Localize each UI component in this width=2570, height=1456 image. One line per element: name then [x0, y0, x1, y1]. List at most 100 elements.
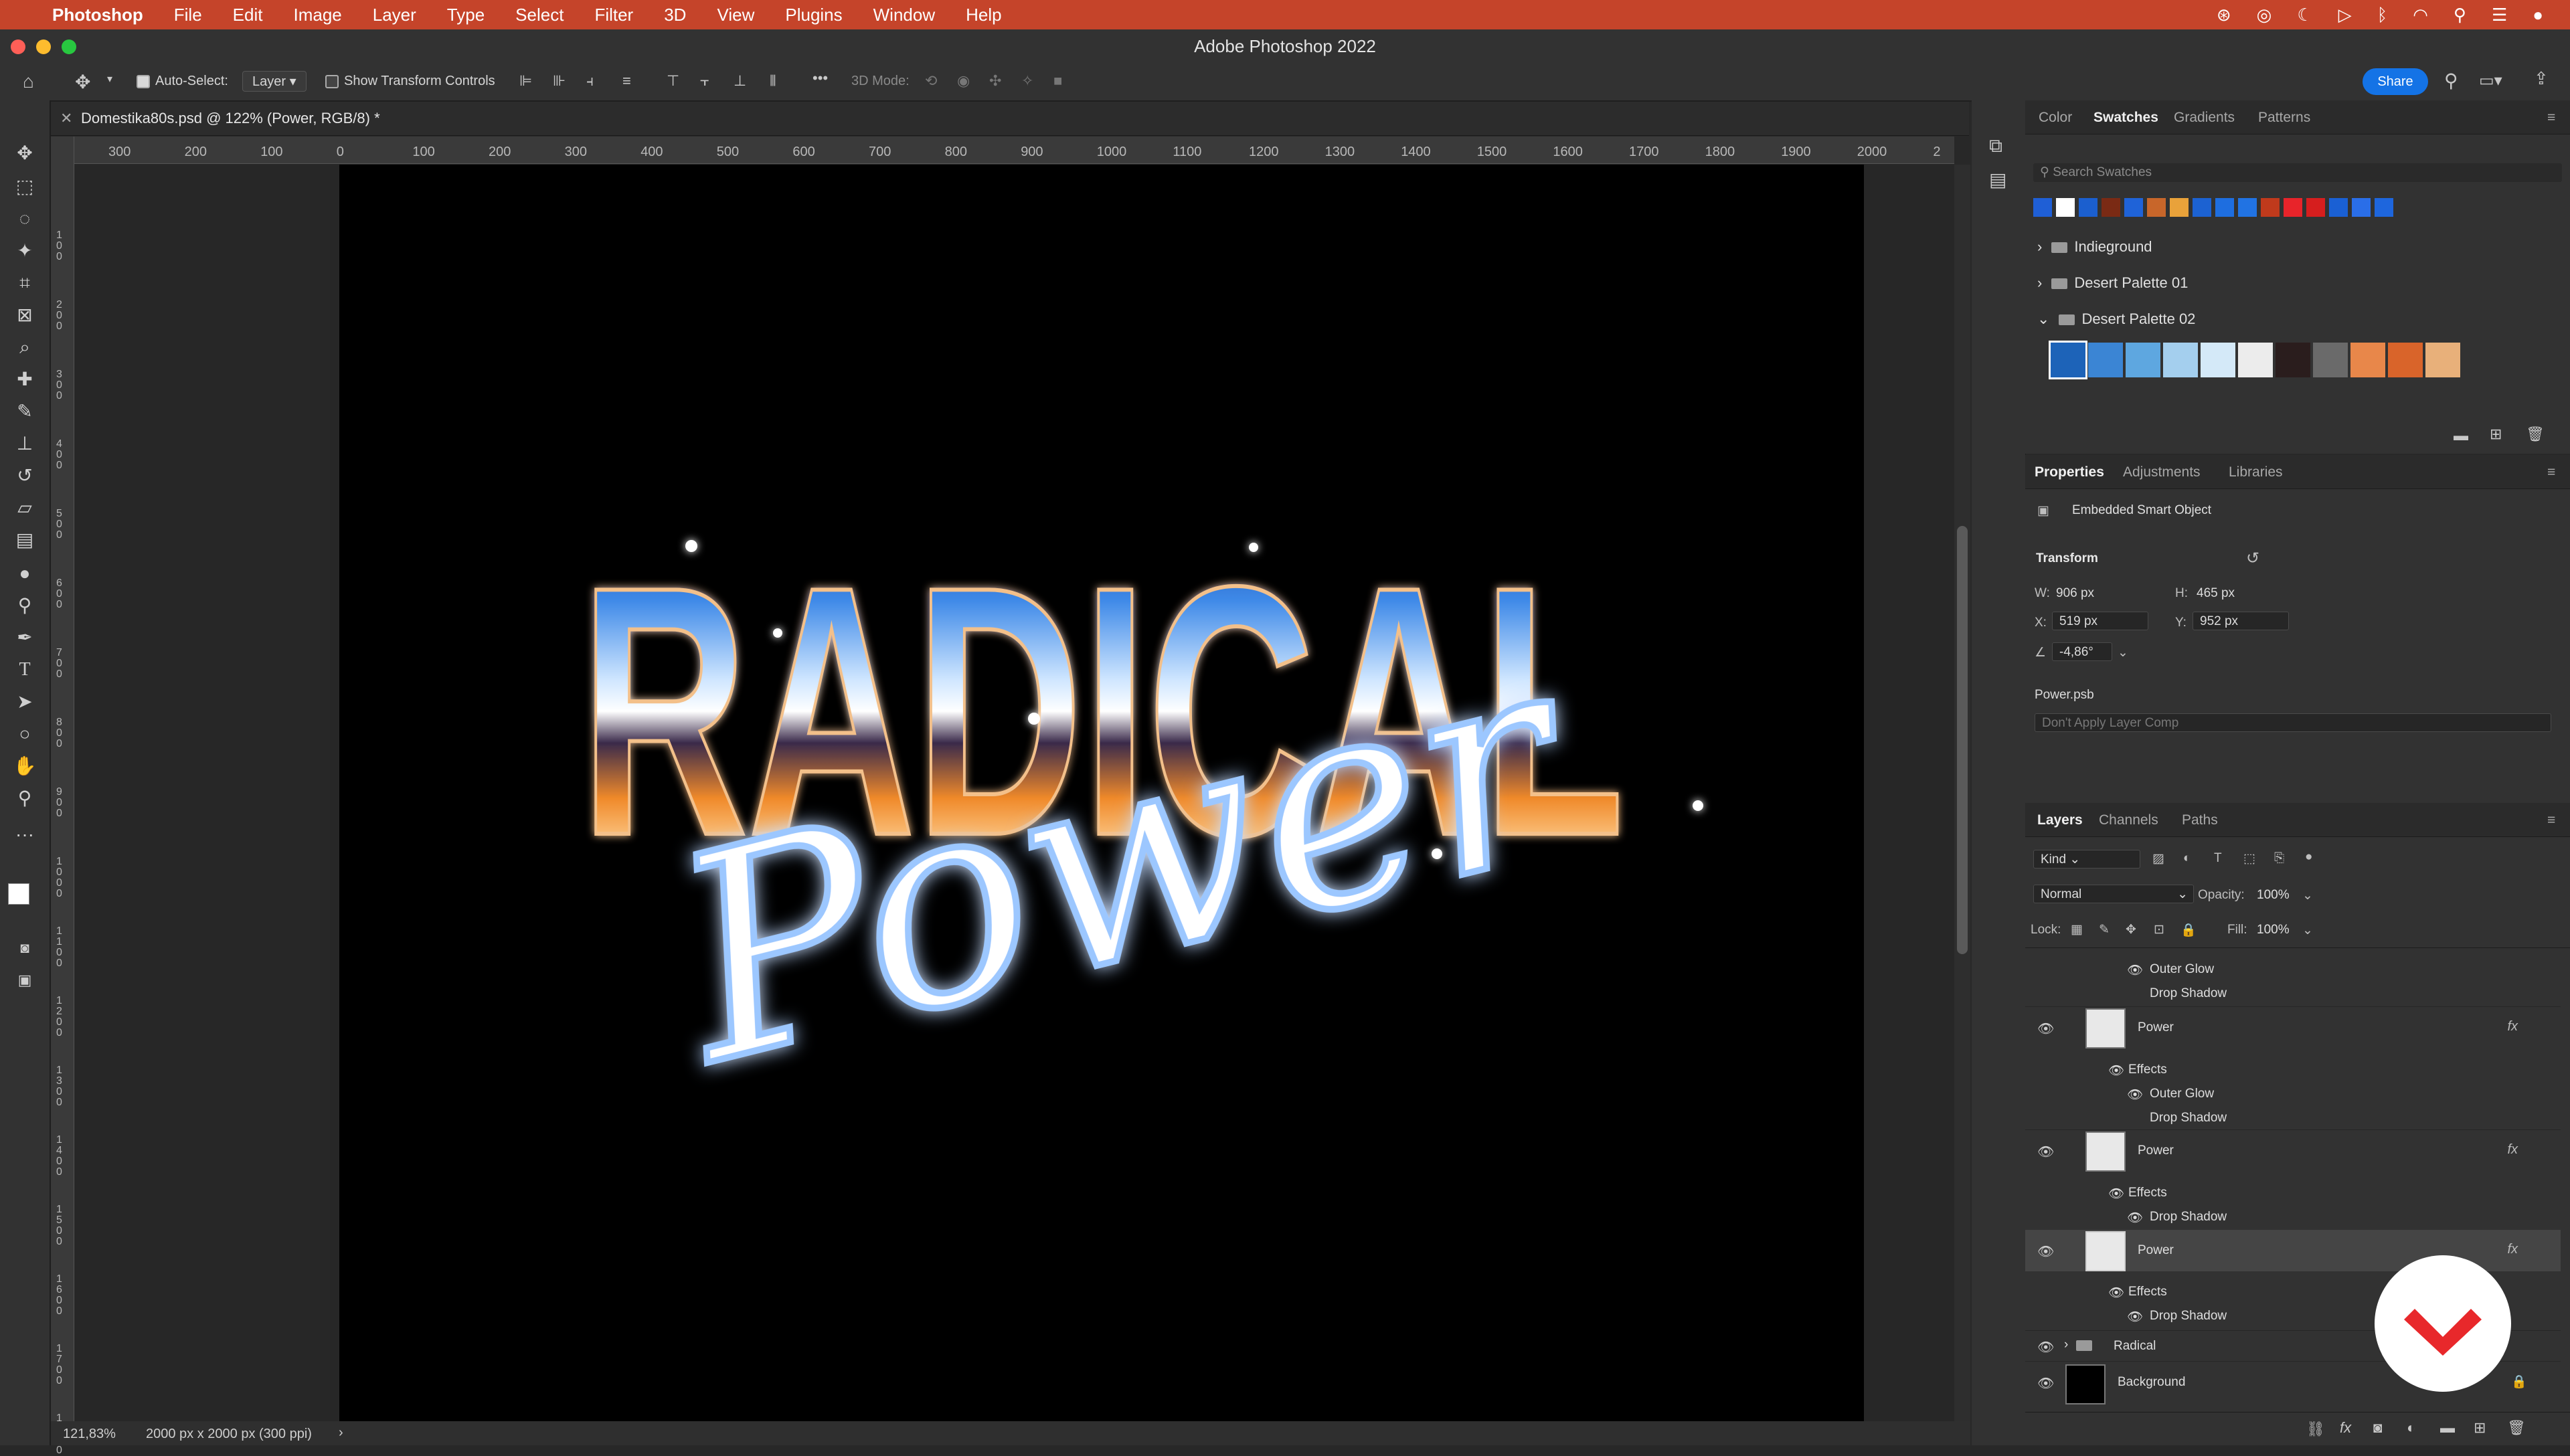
distribute-icon[interactable]: ≡	[622, 72, 631, 90]
lock-image-icon[interactable]: ✎	[2099, 922, 2110, 937]
filter-type-icon[interactable]: T	[2214, 851, 2222, 866]
group-name[interactable]: Radical	[2114, 1339, 2156, 1354]
palette-swatch[interactable]	[2126, 343, 2160, 377]
lock-position-icon[interactable]: ✥	[2126, 922, 2136, 937]
recent-swatch[interactable]	[2033, 198, 2052, 217]
move-tool-icon[interactable]: ✥	[75, 71, 90, 93]
play-icon[interactable]: ▷	[2338, 5, 2352, 25]
menu-view[interactable]: View	[717, 5, 754, 25]
new-layer-icon[interactable]: ⊞	[2474, 1419, 2486, 1437]
auto-select-dropdown[interactable]: Layer ▾	[242, 71, 307, 92]
add-mask-icon[interactable]: ◙	[2373, 1419, 2382, 1437]
tab-color[interactable]: Color	[2039, 110, 2072, 126]
3d-rotate-icon[interactable]: ⟲	[925, 72, 937, 90]
recent-swatch[interactable]	[2079, 198, 2097, 217]
palette-swatch[interactable]	[2088, 343, 2123, 377]
layer-name[interactable]: Background	[2118, 1375, 2185, 1390]
screen-mode-icon[interactable]: ▣	[12, 968, 37, 993]
type-tool-icon[interactable]: T	[12, 657, 37, 682]
align-left-icon[interactable]: ⊫	[519, 72, 532, 90]
link-layers-icon[interactable]: ⛓	[2306, 1421, 2325, 1438]
chevron-down-icon[interactable]: ⌄	[2302, 923, 2313, 938]
hand-tool-icon[interactable]: ✋	[12, 753, 37, 779]
menu-3d[interactable]: 3D	[664, 5, 686, 25]
siri-icon[interactable]: ●	[2533, 5, 2543, 25]
history-panel-icon[interactable]: ⧉	[1989, 135, 2002, 157]
control-center-icon[interactable]: ☰	[2492, 5, 2507, 25]
blend-mode-dropdown[interactable]: Normal ⌄	[2033, 885, 2194, 903]
more-options-icon[interactable]: •••	[812, 70, 828, 87]
align-middle-icon[interactable]: ⫟	[700, 72, 709, 90]
lasso-tool-icon[interactable]: ◌	[12, 206, 37, 232]
filter-adjustment-icon[interactable]: ◐	[2183, 851, 2191, 866]
menu-help[interactable]: Help	[966, 5, 1001, 25]
tab-channels[interactable]: Channels	[2099, 812, 2158, 828]
search-icon[interactable]: ⚲	[2454, 5, 2466, 25]
fx-icon[interactable]: fx	[2507, 1142, 2518, 1158]
lock-artboard-icon[interactable]: ⊡	[2154, 922, 2164, 937]
layer-row-power-1[interactable]: 👁 Power fx	[2025, 1006, 2561, 1049]
pen-tool-icon[interactable]: ✒	[12, 625, 37, 650]
palette-swatch[interactable]	[2350, 343, 2385, 377]
tab-swatches[interactable]: Swatches	[2093, 110, 2158, 126]
new-swatch-icon[interactable]: ⊞	[2490, 426, 2502, 443]
eye-icon[interactable]: 👁	[2127, 1309, 2143, 1325]
recent-swatch[interactable]	[2056, 198, 2075, 217]
recent-swatch[interactable]	[2329, 198, 2348, 217]
move-tool-icon[interactable]: ✥	[12, 141, 37, 166]
panel-menu-icon[interactable]: ≡	[2547, 110, 2555, 126]
eye-icon[interactable]: 👁	[2037, 1020, 2054, 1037]
recent-swatch[interactable]	[2102, 198, 2120, 217]
palette-swatch[interactable]	[2313, 343, 2348, 377]
eye-icon[interactable]: 👁	[2037, 1375, 2054, 1392]
recent-swatch[interactable]	[2193, 198, 2211, 217]
quick-mask-icon[interactable]: ◙	[12, 935, 37, 961]
angle-field[interactable]: -4,86°	[2052, 642, 2112, 661]
history-brush-tool-icon[interactable]: ↺	[12, 463, 37, 488]
moon-icon[interactable]: ☾	[2297, 5, 2312, 25]
transform-controls-checkbox[interactable]: Show Transform Controls	[325, 74, 495, 89]
eye-icon[interactable]: 👁	[2037, 1144, 2054, 1160]
swatch-folder-desert-02[interactable]: ⌄ Desert Palette 02	[2037, 310, 2195, 328]
stamp-tool-icon[interactable]: ⊥	[12, 431, 37, 456]
creative-cloud-icon[interactable]: ⊛	[2217, 5, 2231, 25]
menu-plugins[interactable]: Plugins	[785, 5, 842, 25]
lock-transparent-icon[interactable]: ▦	[2071, 922, 2083, 937]
healing-brush-tool-icon[interactable]: ✚	[12, 367, 37, 392]
recent-swatch[interactable]	[2170, 198, 2189, 217]
adjustment-layer-icon[interactable]: ◐	[2407, 1419, 2415, 1437]
home-icon[interactable]: ⌂	[23, 71, 34, 92]
recent-swatch[interactable]	[2124, 198, 2143, 217]
menu-type[interactable]: Type	[447, 5, 485, 25]
layer-name[interactable]: Power	[2138, 1243, 2174, 1258]
magic-wand-tool-icon[interactable]: ✦	[12, 238, 37, 264]
menu-window[interactable]: Window	[873, 5, 935, 25]
menu-file[interactable]: File	[174, 5, 202, 25]
eye-icon[interactable]: 👁	[2108, 1063, 2124, 1079]
eyedropper-tool-icon[interactable]: ⌕	[12, 335, 37, 360]
share-export-icon[interactable]: ⇪	[2534, 68, 2549, 89]
opacity-value[interactable]: 100%	[2257, 888, 2290, 903]
chevron-down-icon[interactable]: ⌄	[2302, 888, 2313, 903]
tab-layers[interactable]: Layers	[2037, 812, 2083, 828]
menu-app-name[interactable]: Photoshop	[52, 5, 143, 25]
path-selection-tool-icon[interactable]: ➤	[12, 689, 37, 715]
panel-menu-icon[interactable]: ≡	[2547, 464, 2555, 480]
palette-swatch[interactable]	[2049, 341, 2087, 379]
layer-filter-kind[interactable]: Kind ⌄	[2033, 850, 2140, 869]
palette-swatch[interactable]	[2201, 343, 2235, 377]
recent-swatch[interactable]	[2261, 198, 2280, 217]
chevron-right-icon[interactable]: ›	[339, 1425, 343, 1441]
eraser-tool-icon[interactable]: ▱	[12, 495, 37, 521]
search-icon[interactable]: ⚲	[2444, 70, 2458, 92]
new-group-icon[interactable]: ▬	[2454, 427, 2468, 444]
3d-roll-icon[interactable]: ◉	[957, 72, 970, 90]
layer-comp-dropdown[interactable]: Don't Apply Layer Comp	[2035, 713, 2551, 732]
vertical-scroll-thumb[interactable]	[1957, 526, 1968, 954]
tab-paths[interactable]: Paths	[2182, 812, 2218, 828]
tab-libraries[interactable]: Libraries	[2229, 464, 2283, 480]
palette-swatch[interactable]	[2276, 343, 2310, 377]
layer-row-power-2[interactable]: 👁 Power fx	[2025, 1129, 2561, 1172]
recent-swatch[interactable]	[2238, 198, 2257, 217]
swatch-folder-desert-01[interactable]: › Desert Palette 01	[2037, 274, 2188, 292]
